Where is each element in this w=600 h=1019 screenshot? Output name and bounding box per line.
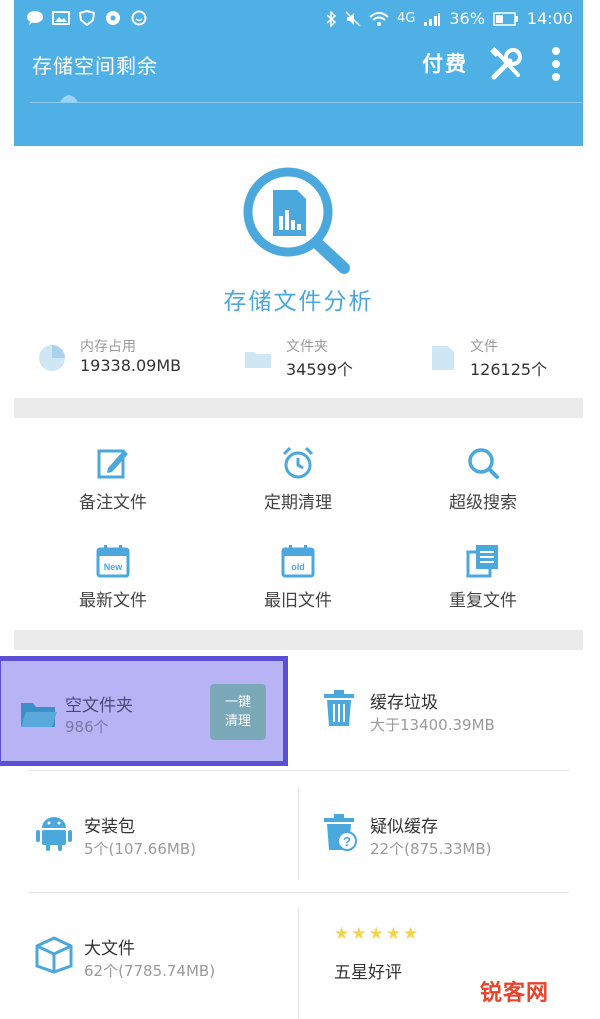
tools-grid: 备注文件 定期清理 超级搜索 New 最新文件 old 最旧文件 重复文件 xyxy=(14,418,583,630)
tool-duplicate-files[interactable]: 重复文件 xyxy=(413,544,553,624)
apk-title: 安装包 xyxy=(84,817,135,837)
trash-icon xyxy=(324,690,354,726)
status-notification-icons xyxy=(26,10,148,26)
watermark: 锐客网 xyxy=(480,981,550,1006)
star-icon: ★ xyxy=(351,924,367,944)
badge-text: old xyxy=(291,562,305,572)
tool-label: 最新文件 xyxy=(79,591,147,611)
more-menu-icon[interactable] xyxy=(549,46,563,82)
stat-memory: 内存占用 19338.09MB xyxy=(38,336,208,380)
tool-label: 超级搜索 xyxy=(449,493,517,513)
chat-icon xyxy=(27,11,43,25)
one-click-clean-button[interactable]: 一键 清理 xyxy=(210,684,266,740)
scroll-indicator-icon xyxy=(60,95,78,102)
folder-icon xyxy=(21,703,57,727)
star-icon: ★ xyxy=(334,924,350,944)
smile-icon xyxy=(131,10,147,26)
stat-value: 126125个 xyxy=(470,360,548,379)
tool-label: 定期清理 xyxy=(264,493,332,513)
big-file-item[interactable]: 大文件 62个(7785.74MB) xyxy=(34,934,296,1019)
tool-oldest-files[interactable]: old 最旧文件 xyxy=(228,544,368,624)
storage-analysis-card[interactable]: 存储文件分析 内存占用 19338.09MB 文件夹 34599个 文件 126… xyxy=(14,146,583,398)
stat-value: 19338.09MB xyxy=(80,356,182,375)
phone-screen: 4G 36% 14:00 存储空间剩余 付费 存储文件分析 内存占用 19338… xyxy=(14,0,583,1019)
stat-files: 文件 126125个 xyxy=(428,336,578,380)
storage-analysis-icon xyxy=(243,167,350,274)
network-type: 4G xyxy=(396,11,416,26)
pie-chart-icon xyxy=(39,345,65,371)
pay-button[interactable]: 付费 xyxy=(422,48,468,78)
big-file-size: 62个(7785.74MB) xyxy=(84,962,216,980)
battery-percent: 36% xyxy=(449,9,485,28)
alarm-clock-icon xyxy=(282,446,314,479)
tool-note-files[interactable]: 备注文件 xyxy=(43,446,183,526)
cache-junk-item[interactable]: 缓存垃圾 大于13400.39MB xyxy=(320,688,570,798)
star-icon: ★ xyxy=(403,924,419,944)
tools-icon[interactable] xyxy=(488,47,524,81)
duplicate-files-icon xyxy=(466,545,498,578)
empty-folder-title: 空文件夹 xyxy=(65,696,133,716)
status-system-area: 4G 36% 14:00 xyxy=(325,9,573,28)
android-icon xyxy=(36,817,72,851)
search-icon xyxy=(468,448,499,479)
tool-newest-files[interactable]: New 最新文件 xyxy=(43,544,183,624)
star-icon: ★ xyxy=(385,924,401,944)
badge-text: New xyxy=(104,562,124,572)
old-calendar-icon: old xyxy=(281,545,315,578)
button-line: 清理 xyxy=(224,714,251,729)
tool-label: 重复文件 xyxy=(449,591,517,611)
bluetooth-icon xyxy=(326,10,337,27)
suspect-cache-item[interactable]: ? 疑似缓存 22个(875.33MB) xyxy=(320,812,570,922)
rating-stars[interactable]: ★ ★ ★ ★ ★ xyxy=(334,926,418,943)
battery-icon xyxy=(493,11,518,26)
bubble-icon xyxy=(106,11,120,25)
apk-size: 5个(107.66MB) xyxy=(84,840,196,858)
trash-question-icon: ? xyxy=(324,814,357,851)
empty-folder-item[interactable]: 空文件夹 986个 一键 清理 xyxy=(0,656,288,766)
stat-label: 文件夹 xyxy=(286,339,328,355)
tool-label: 备注文件 xyxy=(79,493,147,513)
tool-super-search[interactable]: 超级搜索 xyxy=(413,446,553,526)
stat-label: 内存占用 xyxy=(80,339,136,355)
analysis-title: 存储文件分析 xyxy=(223,289,374,315)
cache-title: 缓存垃圾 xyxy=(370,693,438,713)
edit-note-icon xyxy=(97,449,128,479)
star-icon: ★ xyxy=(368,924,384,944)
empty-folder-count: 986个 xyxy=(65,718,109,736)
status-bar: 4G 36% 14:00 xyxy=(14,0,583,40)
cache-size: 大于13400.39MB xyxy=(370,716,495,734)
suspect-cache-size: 22个(875.33MB) xyxy=(370,840,492,858)
tool-scheduled-clean[interactable]: 定期清理 xyxy=(228,446,368,526)
image-icon xyxy=(52,11,70,25)
page-title: 存储空间剩余 xyxy=(32,54,158,78)
stat-folders: 文件夹 34599个 xyxy=(244,336,394,380)
folder-icon xyxy=(245,352,271,368)
clock: 14:00 xyxy=(526,9,573,28)
wifi-icon xyxy=(369,11,389,26)
header-divider xyxy=(30,102,582,103)
apk-item[interactable]: 安装包 5个(107.66MB) xyxy=(34,812,296,922)
app-header: 4G 36% 14:00 存储空间剩余 付费 xyxy=(14,0,583,146)
big-file-title: 大文件 xyxy=(84,939,135,959)
tool-label: 最旧文件 xyxy=(264,591,332,611)
shield-icon xyxy=(78,10,96,26)
suspect-cache-title: 疑似缓存 xyxy=(370,817,438,837)
svg-text:?: ? xyxy=(343,834,351,849)
new-calendar-icon: New xyxy=(96,545,130,578)
rate-label[interactable]: 五星好评 xyxy=(334,958,402,983)
file-icon xyxy=(432,346,454,370)
stat-value: 34599个 xyxy=(286,360,353,379)
signal-icon xyxy=(424,12,441,26)
stat-label: 文件 xyxy=(470,339,498,355)
mute-icon xyxy=(345,10,361,27)
divider xyxy=(298,786,299,880)
divider xyxy=(298,908,299,1019)
button-line: 一键 xyxy=(224,695,251,710)
box-icon xyxy=(35,936,73,974)
